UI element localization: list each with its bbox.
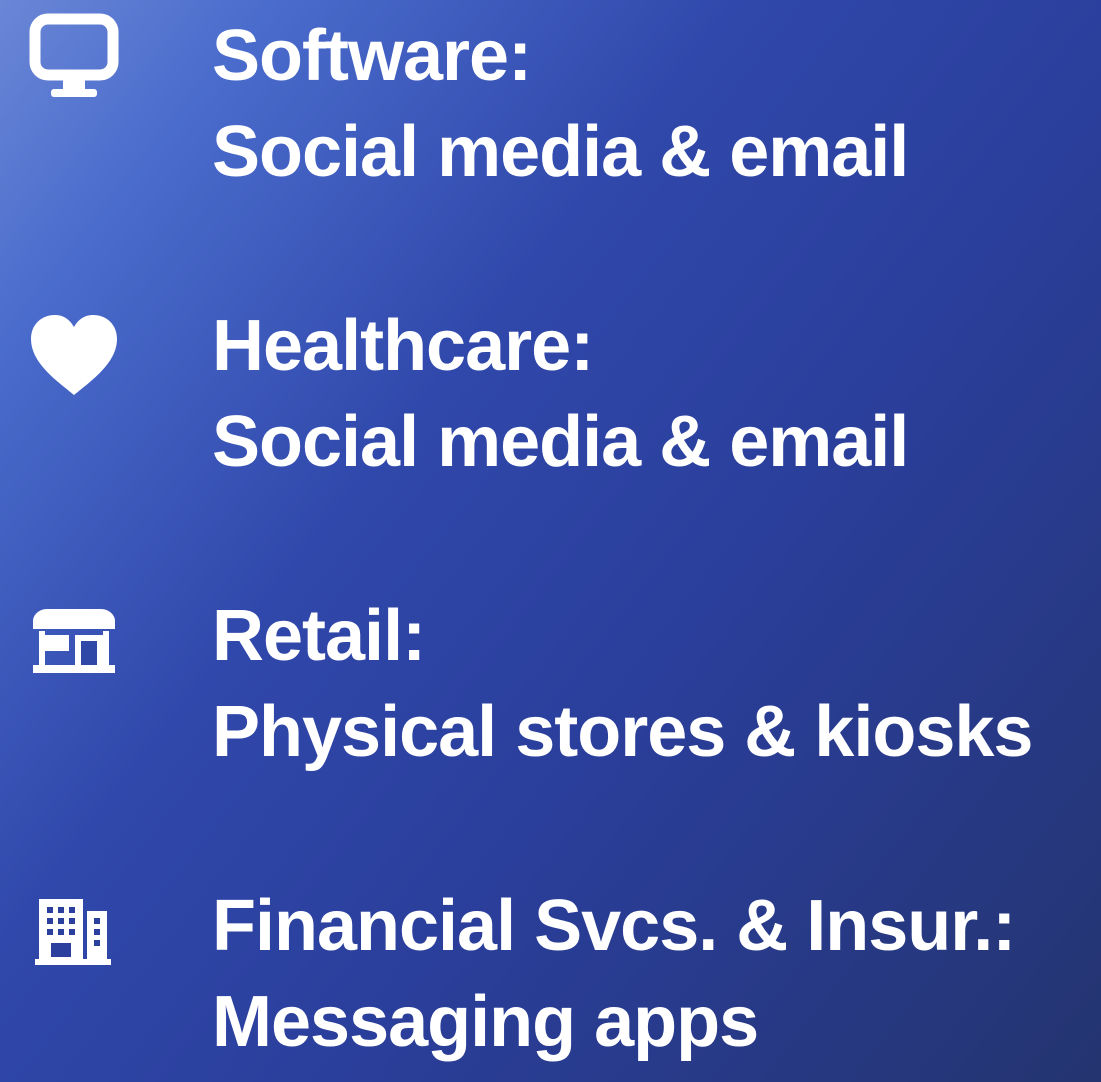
industry-heading: Financial Svcs. & Insur.:: [212, 886, 1016, 966]
industry-heading: Software:: [212, 16, 532, 96]
industry-channel: Social media & email: [212, 112, 909, 192]
industry-text: Retail: Physical stores & kiosks: [212, 588, 1033, 780]
storefront-icon: [24, 584, 124, 684]
industry-channel: Social media & email: [212, 402, 909, 482]
desktop-monitor-icon: [24, 4, 124, 104]
office-building-icon: [24, 876, 124, 976]
industry-heading: Retail:: [212, 596, 426, 676]
industry-text: Financial Svcs. & Insur.: Messaging apps: [212, 878, 1016, 1070]
industry-text: Software: Social media & email: [212, 8, 909, 200]
industry-item-software: Software: Social media & email: [0, 0, 1101, 210]
heart-icon: [24, 306, 124, 406]
industry-item-retail: Retail: Physical stores & kiosks: [0, 580, 1101, 790]
industry-heading: Healthcare:: [212, 306, 594, 386]
industry-channel: Messaging apps: [212, 982, 759, 1062]
industry-text: Healthcare: Social media & email: [212, 298, 909, 490]
industry-channel: Physical stores & kiosks: [212, 692, 1033, 772]
industry-item-healthcare: Healthcare: Social media & email: [0, 290, 1101, 500]
industry-item-financial: Financial Svcs. & Insur.: Messaging apps: [0, 870, 1101, 1080]
